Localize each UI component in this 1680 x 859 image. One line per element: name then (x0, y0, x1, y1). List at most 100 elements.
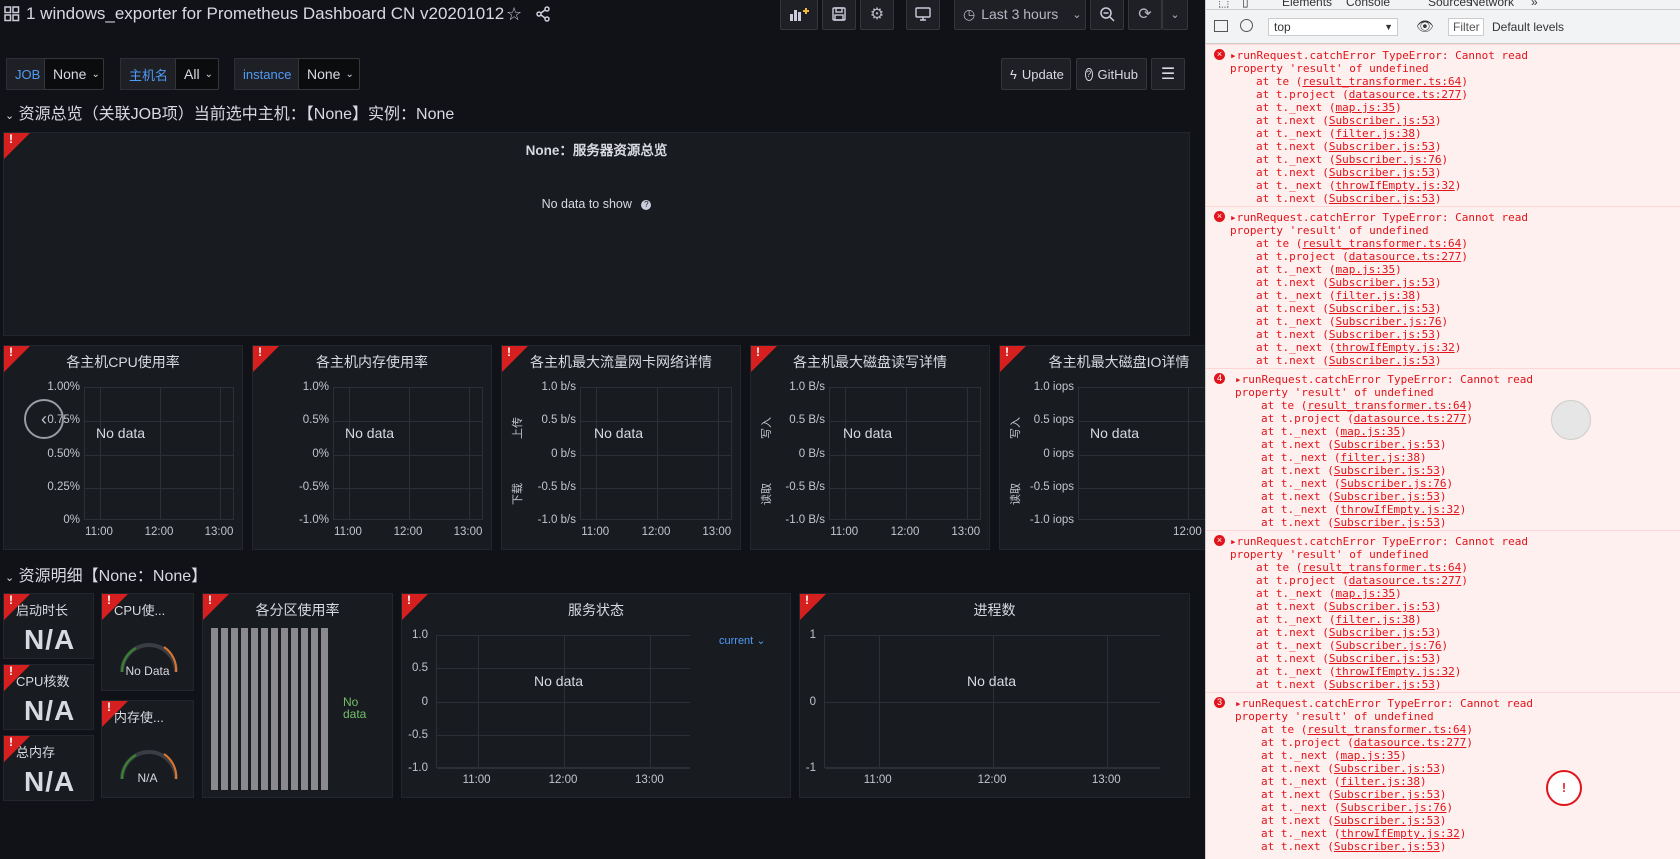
devtools-floating-badge[interactable]: ! (1546, 770, 1582, 806)
stack-frame-link[interactable]: Subscriber.js:53 (1329, 652, 1435, 665)
stack-frame-link[interactable]: Subscriber.js:53 (1329, 626, 1435, 639)
stack-frame-link[interactable]: map.js:35 (1335, 587, 1395, 600)
panel-title[interactable]: 服务状态 (402, 600, 790, 620)
refresh-interval-dropdown[interactable]: ⌄ (1162, 0, 1188, 30)
stack-frame-link[interactable]: Subscriber.js:53 (1334, 840, 1440, 853)
expand-triangle-icon[interactable]: ▸ (1230, 49, 1237, 62)
update-button[interactable]: ϟ Update (1001, 58, 1071, 90)
row-collapse-toggle[interactable]: ⌄ 资源总览（关联JOB项）当前选中主机：【None】实例：None (5, 100, 454, 124)
stack-frame-link[interactable]: Subscriber.js:76 (1340, 477, 1446, 490)
context-select[interactable]: top ▼ (1268, 18, 1398, 36)
stack-frame-link[interactable]: Subscriber.js:53 (1329, 140, 1435, 153)
variable-select-instance[interactable]: None ⌄ (298, 58, 360, 90)
tab-console[interactable]: Console (1346, 0, 1390, 9)
carousel-prev-button[interactable]: ‹ (24, 399, 64, 439)
panel-title[interactable]: CPU使... (114, 600, 165, 619)
stack-frame-link[interactable]: map.js:35 (1335, 101, 1395, 114)
stack-frame-link[interactable]: filter.js:38 (1335, 289, 1414, 302)
stack-frame-link[interactable]: datasource.ts:277 (1354, 412, 1467, 425)
stack-frame-link[interactable]: datasource.ts:277 (1349, 88, 1462, 101)
stack-frame-link[interactable]: Subscriber.js:53 (1329, 114, 1435, 127)
stack-frame-link[interactable]: map.js:35 (1340, 425, 1400, 438)
variable-select-job[interactable]: None ⌄ (44, 58, 104, 90)
inspect-icon[interactable]: ⬚ (1218, 0, 1229, 9)
stack-frame-link[interactable]: Subscriber.js:53 (1329, 166, 1435, 179)
panel-title[interactable]: 启动时长 (16, 600, 68, 619)
stack-frame-link[interactable]: Subscriber.js:53 (1334, 762, 1440, 775)
help-icon[interactable]: ? (641, 199, 652, 210)
stack-frame-link[interactable]: throwIfEmpty.js:32 (1335, 665, 1454, 678)
panel-title[interactable]: 各主机内存使用率 (253, 352, 491, 372)
stack-frame-link[interactable]: throwIfEmpty.js:32 (1340, 503, 1459, 516)
tab-elements[interactable]: Elements (1282, 0, 1332, 9)
console-error-entry[interactable]: 3 ▸runRequest.catchError TypeError: Canno… (1206, 692, 1680, 859)
expand-triangle-icon[interactable]: ▸ (1235, 697, 1242, 710)
clear-console-icon[interactable] (1240, 19, 1253, 32)
stack-frame-link[interactable]: Subscriber.js:53 (1329, 192, 1435, 205)
panel-title[interactable]: 各主机最大流量网卡网络详情 (502, 352, 740, 372)
panel-title[interactable]: 各主机最大磁盘读写详情 (751, 352, 989, 372)
add-panel-button[interactable] (780, 0, 818, 30)
variable-select-hostname[interactable]: All ⌄ (175, 58, 219, 90)
panel-title[interactable]: 进程数 (800, 600, 1189, 620)
time-picker-button[interactable]: ◷ Last 3 hours ⌄ (954, 0, 1086, 30)
devtools-scroll-handle[interactable] (1551, 400, 1591, 440)
stack-frame-link[interactable]: result_transformer.ts:64 (1302, 561, 1461, 574)
stack-frame-link[interactable]: Subscriber.js:76 (1335, 153, 1441, 166)
stack-frame-link[interactable]: Subscriber.js:53 (1329, 302, 1435, 315)
stack-frame-link[interactable]: Subscriber.js:53 (1329, 600, 1435, 613)
eye-icon[interactable]: 👁 (1416, 18, 1434, 35)
console-error-entry[interactable]: × ▸runRequest.catchError TypeError: Canno… (1206, 530, 1680, 692)
refresh-button[interactable]: ⟳ (1128, 0, 1162, 30)
console-error-entry[interactable]: × ▸runRequest.catchError TypeError: Canno… (1206, 44, 1680, 206)
stack-frame-link[interactable]: Subscriber.js:76 (1340, 801, 1446, 814)
star-icon[interactable]: ☆ (506, 4, 522, 25)
zoom-out-button[interactable] (1090, 0, 1124, 30)
expand-triangle-icon[interactable]: ▸ (1235, 373, 1242, 386)
stack-frame-link[interactable]: datasource.ts:277 (1354, 736, 1467, 749)
stack-frame-link[interactable]: throwIfEmpty.js:32 (1340, 827, 1459, 840)
stack-frame-link[interactable]: Subscriber.js:53 (1334, 464, 1440, 477)
stack-frame-link[interactable]: filter.js:38 (1335, 613, 1414, 626)
stack-frame-link[interactable]: filter.js:38 (1340, 775, 1419, 788)
stack-frame-link[interactable]: throwIfEmpty.js:32 (1335, 179, 1454, 192)
github-button[interactable]: ? GitHub (1076, 58, 1147, 90)
stack-frame-link[interactable]: filter.js:38 (1340, 451, 1419, 464)
stack-frame-link[interactable]: map.js:35 (1335, 263, 1395, 276)
stack-frame-link[interactable]: map.js:35 (1340, 749, 1400, 762)
console-error-entry[interactable]: 4 ▸runRequest.catchError TypeError: Canno… (1206, 368, 1680, 530)
stack-frame-link[interactable]: result_transformer.ts:64 (1307, 723, 1466, 736)
share-icon[interactable] (535, 6, 551, 27)
row-collapse-toggle-detail[interactable]: ⌄ 资源明细【None：None】 (5, 562, 207, 586)
stack-frame-link[interactable]: Subscriber.js:53 (1329, 678, 1435, 691)
stack-frame-link[interactable]: Subscriber.js:53 (1334, 490, 1440, 503)
menu-button[interactable]: ☰ (1151, 58, 1185, 90)
stack-frame-link[interactable]: Subscriber.js:53 (1329, 354, 1435, 367)
console-error-entry[interactable]: × ▸runRequest.catchError TypeError: Canno… (1206, 206, 1680, 368)
stack-frame-link[interactable]: Subscriber.js:76 (1335, 315, 1441, 328)
settings-button[interactable]: ⚙ (860, 0, 894, 30)
save-dashboard-button[interactable] (822, 0, 856, 30)
filter-input[interactable]: Filter (1448, 18, 1484, 36)
panel-title[interactable]: CPU核数 (16, 671, 69, 690)
panel-title[interactable]: 内存使... (114, 707, 164, 726)
expand-triangle-icon[interactable]: ▸ (1230, 211, 1237, 224)
stack-frame-link[interactable]: datasource.ts:277 (1349, 574, 1462, 587)
view-mode-button[interactable] (906, 0, 940, 30)
legend-current[interactable]: current ⌄ (719, 634, 766, 647)
expand-triangle-icon[interactable]: ▸ (1230, 535, 1237, 548)
stack-frame-link[interactable]: Subscriber.js:53 (1329, 276, 1435, 289)
stack-frame-link[interactable]: throwIfEmpty.js:32 (1335, 341, 1454, 354)
panel-title[interactable]: 总内存 (16, 742, 55, 761)
log-levels-select[interactable]: Default levels (1492, 20, 1564, 34)
stack-frame-link[interactable]: Subscriber.js:76 (1335, 639, 1441, 652)
stack-frame-link[interactable]: datasource.ts:277 (1349, 250, 1462, 263)
tab-network[interactable]: Network (1470, 0, 1514, 9)
stack-frame-link[interactable]: Subscriber.js:53 (1334, 788, 1440, 801)
dashboard-grid-icon[interactable] (4, 6, 20, 22)
sidebar-toggle-icon[interactable] (1214, 20, 1228, 32)
panel-title[interactable]: 各主机最大磁盘IO详情 (1000, 352, 1238, 372)
stack-frame-link[interactable]: Subscriber.js:53 (1329, 328, 1435, 341)
stack-frame-link[interactable]: Subscriber.js:53 (1334, 438, 1440, 451)
stack-frame-link[interactable]: result_transformer.ts:64 (1307, 399, 1466, 412)
